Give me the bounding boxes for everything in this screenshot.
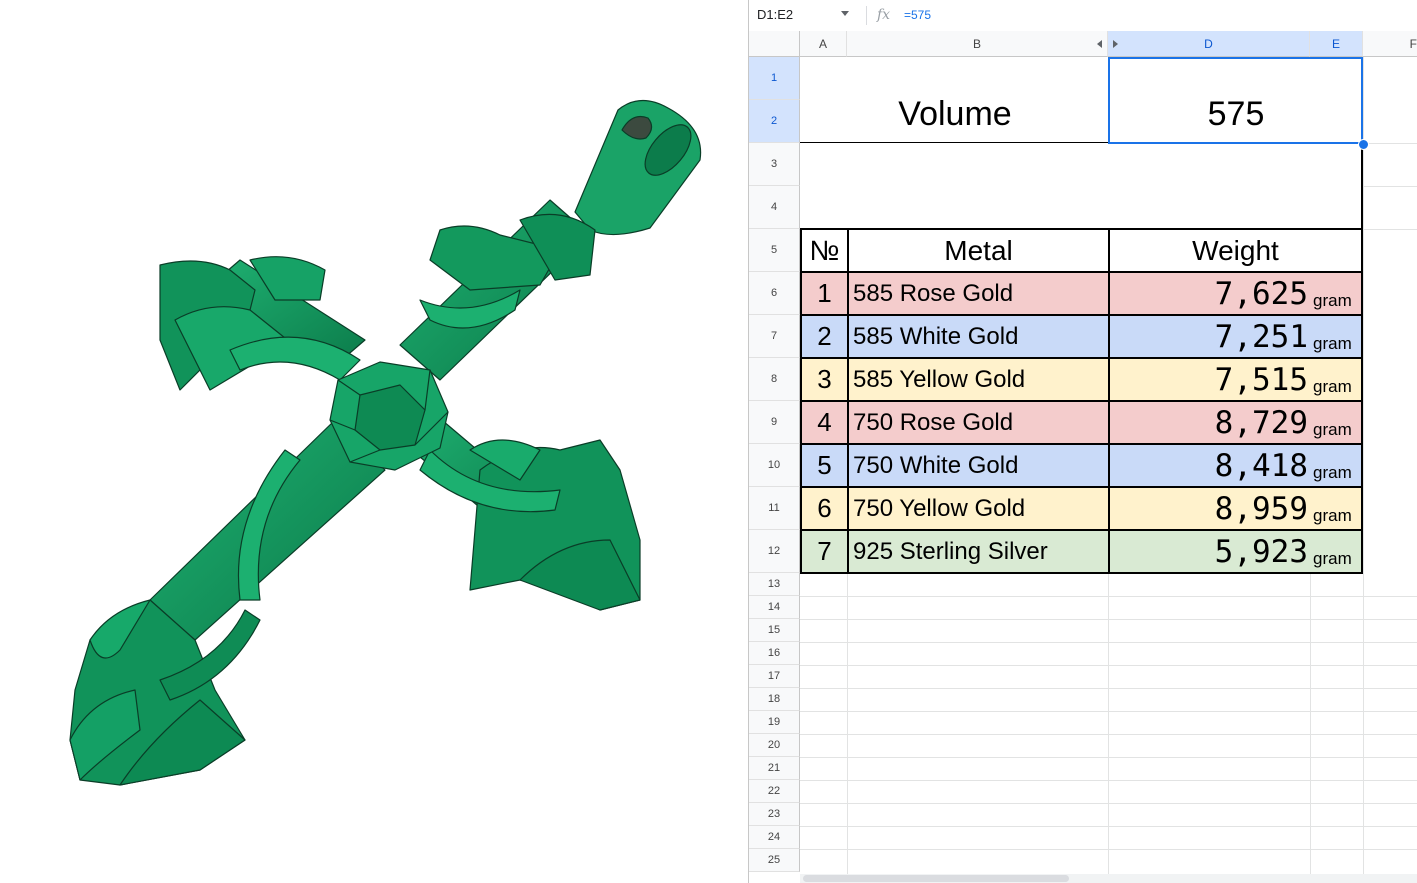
row-header[interactable]: 4: [749, 186, 800, 229]
gridline: [800, 619, 1417, 620]
row-header[interactable]: 13: [749, 573, 800, 596]
volume-label: Volume: [898, 95, 1012, 133]
weight-unit-cell[interactable]: gram: [1310, 486, 1363, 531]
metal-name-cell[interactable]: 585 White Gold: [847, 314, 1110, 359]
column-header-d[interactable]: D: [1108, 31, 1310, 57]
weight-unit-cell[interactable]: gram: [1310, 400, 1363, 445]
gridline: [1363, 143, 1417, 144]
metal-name-cell[interactable]: 750 Yellow Gold: [847, 486, 1110, 531]
header-number[interactable]: №: [800, 228, 849, 273]
sheet-grid[interactable]: A B D E F 1 2 3 4 5 6 7 8 9 10 11 12 13 …: [749, 31, 1417, 883]
volume-value-cell[interactable]: 575: [1108, 57, 1363, 144]
row-number-cell[interactable]: 5: [800, 443, 849, 488]
spreadsheet-panel: D1:E2 fx =575 A B D E F 1 2 3 4 5 6 7 8 …: [748, 0, 1417, 883]
header-weight[interactable]: Weight: [1108, 228, 1363, 273]
gridline: [1363, 229, 1417, 230]
metal-name-cell[interactable]: 750 Rose Gold: [847, 400, 1110, 445]
row-header[interactable]: 23: [749, 803, 800, 826]
hidden-columns-left-arrow-icon[interactable]: [1097, 40, 1102, 48]
row-header[interactable]: 9: [749, 401, 800, 444]
select-all-corner[interactable]: [749, 31, 800, 57]
row-header[interactable]: 25: [749, 849, 800, 872]
metal-name-cell[interactable]: 585 Rose Gold: [847, 271, 1110, 316]
volume-value: 575: [1207, 95, 1265, 133]
row-number-cell[interactable]: 3: [800, 357, 849, 402]
gridline: [800, 826, 1417, 827]
row-header[interactable]: 20: [749, 734, 800, 757]
formula-input[interactable]: =575: [904, 5, 931, 25]
row-header[interactable]: 11: [749, 487, 800, 530]
gridline: [800, 711, 1417, 712]
row-header[interactable]: 5: [749, 229, 800, 272]
weight-unit-cell[interactable]: gram: [1310, 529, 1363, 574]
row-header[interactable]: 24: [749, 826, 800, 849]
column-header-b[interactable]: B: [847, 31, 1108, 57]
row-number-cell[interactable]: 7: [800, 529, 849, 574]
weight-unit-cell[interactable]: gram: [1310, 357, 1363, 402]
row-number-cell[interactable]: 6: [800, 486, 849, 531]
row-number-cell[interactable]: 4: [800, 400, 849, 445]
metal-name-cell[interactable]: 585 Yellow Gold: [847, 357, 1110, 402]
column-header-e[interactable]: E: [1310, 31, 1363, 57]
cross-pendant-image: [69, 99, 702, 786]
weight-value-cell[interactable]: 7,625: [1108, 271, 1312, 316]
row-header[interactable]: 12: [749, 530, 800, 573]
row-header[interactable]: 18: [749, 688, 800, 711]
weight-value-cell[interactable]: 5,923: [1108, 529, 1312, 574]
gridline: [800, 596, 1417, 597]
weight-unit-cell[interactable]: gram: [1310, 271, 1363, 316]
weight-value-cell[interactable]: 7,515: [1108, 357, 1312, 402]
weight-value-cell[interactable]: 8,418: [1108, 443, 1312, 488]
gridline: [800, 665, 1417, 666]
weight-value-cell[interactable]: 8,959: [1108, 486, 1312, 531]
metal-name-cell[interactable]: 750 White Gold: [847, 443, 1110, 488]
weight-value-cell[interactable]: 7,251: [1108, 314, 1312, 359]
row-header[interactable]: 1: [749, 57, 800, 100]
header-metal[interactable]: Metal: [847, 228, 1110, 273]
gridline: [1363, 186, 1417, 187]
row-header[interactable]: 2: [749, 100, 800, 143]
fill-handle[interactable]: [1358, 139, 1369, 150]
metal-name-cell[interactable]: 925 Sterling Silver: [847, 529, 1110, 574]
row-header[interactable]: 16: [749, 642, 800, 665]
gridline: [800, 803, 1417, 804]
row-header[interactable]: 15: [749, 619, 800, 642]
column-header-a[interactable]: A: [800, 31, 847, 57]
chevron-down-icon[interactable]: [841, 11, 849, 16]
row-header[interactable]: 10: [749, 444, 800, 487]
row-header[interactable]: 19: [749, 711, 800, 734]
column-header-f[interactable]: F: [1363, 31, 1417, 57]
gridline: [1363, 57, 1364, 883]
gridline: [800, 642, 1417, 643]
row-header[interactable]: 8: [749, 358, 800, 401]
model-render-viewport: [0, 0, 748, 883]
row-number-cell[interactable]: 2: [800, 314, 849, 359]
row-header[interactable]: 14: [749, 596, 800, 619]
fx-icon: fx: [877, 7, 891, 23]
row-header[interactable]: 7: [749, 315, 800, 358]
formula-bar-divider: [866, 6, 867, 25]
row-header[interactable]: 3: [749, 143, 800, 186]
row-header[interactable]: 21: [749, 757, 800, 780]
gridline: [800, 688, 1417, 689]
weight-unit-cell[interactable]: gram: [1310, 443, 1363, 488]
volume-label-cell[interactable]: Volume: [800, 57, 1110, 144]
gridline: [800, 780, 1417, 781]
weight-value-cell[interactable]: 8,729: [1108, 400, 1312, 445]
row-number-cell[interactable]: 1: [800, 271, 849, 316]
weight-unit-cell[interactable]: gram: [1310, 314, 1363, 359]
gridline: [800, 849, 1417, 850]
row-header[interactable]: 22: [749, 780, 800, 803]
formula-bar: D1:E2 fx =575: [749, 0, 1417, 32]
horizontal-scrollbar-thumb[interactable]: [803, 875, 1069, 882]
hidden-columns-right-arrow-icon[interactable]: [1113, 40, 1118, 48]
gridline: [800, 757, 1417, 758]
row-header[interactable]: 17: [749, 665, 800, 688]
empty-merged-cell[interactable]: [800, 143, 1363, 230]
gridline: [800, 734, 1417, 735]
row-header[interactable]: 6: [749, 272, 800, 315]
